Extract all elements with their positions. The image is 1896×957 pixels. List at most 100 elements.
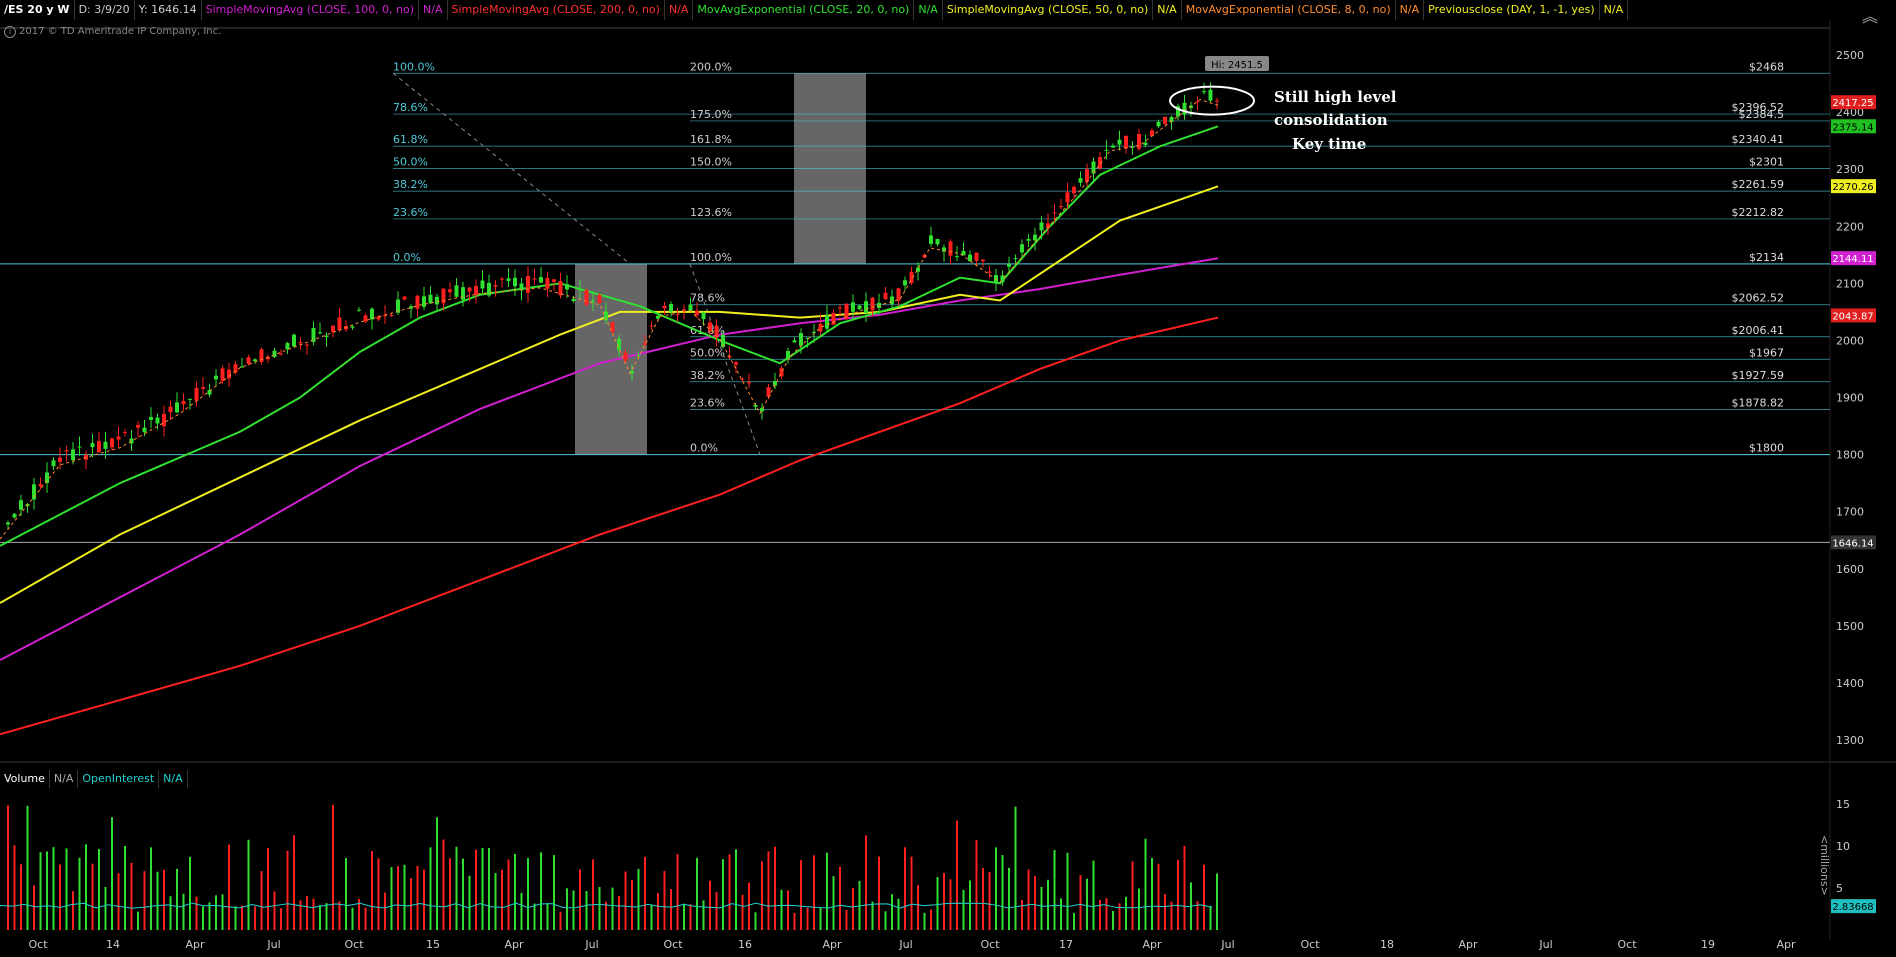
candle-body [1124, 135, 1128, 149]
price-tick-1400: 1400 [1836, 677, 1864, 690]
chart-canvas[interactable]: $2468200.0%$2396.52$2384.5175.0%$2340.41… [0, 0, 1896, 957]
fib-pct-label-11: 38.2% [690, 369, 725, 382]
info-icon: i [4, 26, 16, 38]
candle-body [168, 406, 173, 413]
candle-body [987, 271, 992, 273]
x-tick-22: Apr [1776, 938, 1796, 951]
study-label-0[interactable]: SimpleMovingAvg (CLOSE, 100, 0, no) [202, 0, 420, 20]
openinterest-label[interactable]: OpenInterest [78, 770, 160, 788]
volume-label[interactable]: Volume [0, 770, 50, 788]
study-label-5[interactable]: N/A [914, 0, 943, 20]
y-readout: Y: 1646.14 [135, 0, 202, 20]
candle-body [890, 296, 894, 305]
fib-price-label-0: $2468 [1749, 60, 1784, 73]
candle-body [71, 449, 75, 461]
candle-body [766, 387, 771, 397]
candle-body [1182, 102, 1187, 115]
candle-body [1104, 149, 1109, 151]
openinterest-na: N/A [159, 770, 188, 788]
x-tick-14: Apr [1142, 938, 1162, 951]
candle-body [38, 484, 43, 487]
candle-body [578, 288, 582, 290]
candle-body [6, 522, 10, 525]
fib-price-label-5: $2261.59 [1732, 178, 1785, 191]
candle-body [1202, 91, 1206, 93]
candle-body [1163, 116, 1167, 124]
symbol-label[interactable]: /ES 20 y W [0, 0, 75, 20]
candle-body [1013, 258, 1018, 260]
candle-body [240, 366, 244, 368]
candle-body [948, 241, 953, 256]
price-tick-1700: 1700 [1836, 506, 1864, 519]
fib-left-pct-1: 78.6% [393, 101, 428, 114]
candle-body [682, 309, 686, 311]
x-tick-12: Oct [980, 938, 1000, 951]
copyright-notice: i 2017 © TD Ameritrade IP Company, Inc. [4, 26, 221, 38]
candle-body [662, 305, 667, 309]
fib-left-pct-6: 0.0% [393, 251, 421, 264]
candle-body [402, 296, 407, 300]
fib-left-pct-5: 23.6% [393, 206, 428, 219]
study-label-10[interactable]: Previousclose (DAY, 1, -1, yes) [1424, 0, 1600, 20]
fib-price-label-7: $2134 [1749, 251, 1784, 264]
candle-body [1085, 169, 1089, 182]
candle-body [688, 304, 693, 311]
candle-body [324, 335, 329, 338]
candle-body [760, 408, 764, 412]
study-label-9[interactable]: N/A [1396, 0, 1425, 20]
candle-body [857, 305, 862, 310]
fib-left-pct-2: 61.8% [393, 133, 428, 146]
candle-body [1020, 244, 1024, 253]
candle-body [981, 259, 985, 262]
collapse-chevron-icon[interactable]: ︽ [1862, 3, 1878, 27]
price-tick-2300: 2300 [1836, 163, 1864, 176]
study-label-3[interactable]: N/A [665, 0, 694, 20]
x-tick-7: Jul [584, 938, 598, 951]
candle-body [636, 354, 641, 356]
candle-body [103, 441, 108, 449]
candle-body [649, 325, 654, 327]
price-tick-1800: 1800 [1836, 449, 1864, 462]
candle-body [305, 344, 309, 346]
study-label-6[interactable]: SimpleMovingAvg (CLOSE, 50, 0, no) [943, 0, 1154, 20]
fib-price-label-12: $1878.82 [1732, 397, 1785, 410]
candle-body [220, 368, 225, 381]
candle-body [812, 331, 816, 333]
study-label-4[interactable]: MovAvgExponential (CLOSE, 20, 0, no) [693, 0, 915, 20]
candle-body [903, 280, 907, 286]
fib-price-label-4: $2301 [1749, 156, 1784, 169]
study-label-1[interactable]: N/A [419, 0, 448, 20]
candle-body [493, 285, 498, 287]
study-label-7[interactable]: N/A [1153, 0, 1182, 20]
candle-body [64, 450, 69, 452]
study-label-11[interactable]: N/A [1600, 0, 1629, 20]
x-tick-16: Oct [1300, 938, 1320, 951]
candle-body [623, 352, 628, 361]
x-tick-18: Apr [1458, 938, 1478, 951]
candle-body [1072, 186, 1076, 194]
candle-body [1065, 192, 1070, 203]
study-label-8[interactable]: MovAvgExponential (CLOSE, 8, 0, no) [1182, 0, 1396, 20]
candle-body [474, 286, 478, 296]
volume-na: N/A [50, 770, 79, 788]
x-tick-20: Oct [1617, 938, 1637, 951]
candle-body [422, 296, 426, 307]
annotation-line-2: consolidation [1274, 111, 1388, 129]
candle-body [454, 285, 459, 297]
study-label-2[interactable]: SimpleMovingAvg (CLOSE, 200, 0, no) [448, 0, 665, 20]
fib-pct-label-10: 50.0% [690, 346, 725, 359]
volume-header: Volume N/A OpenInterest N/A [0, 770, 188, 788]
price-tag-2: 2270.26 [1832, 182, 1873, 193]
candle-body [1111, 145, 1115, 148]
fib-left-pct-0: 100.0% [393, 60, 435, 73]
x-tick-15: Jul [1220, 938, 1234, 951]
fib-price-label-9: $2006.41 [1732, 324, 1785, 337]
candle-body [136, 424, 140, 428]
volume-tick-5: 5 [1836, 882, 1843, 895]
candle-body [77, 446, 82, 448]
candle-body [1033, 234, 1037, 241]
price-tick-2100: 2100 [1836, 277, 1864, 290]
candle-body [279, 353, 283, 355]
candle-body [428, 294, 433, 304]
candle-body [181, 401, 186, 405]
